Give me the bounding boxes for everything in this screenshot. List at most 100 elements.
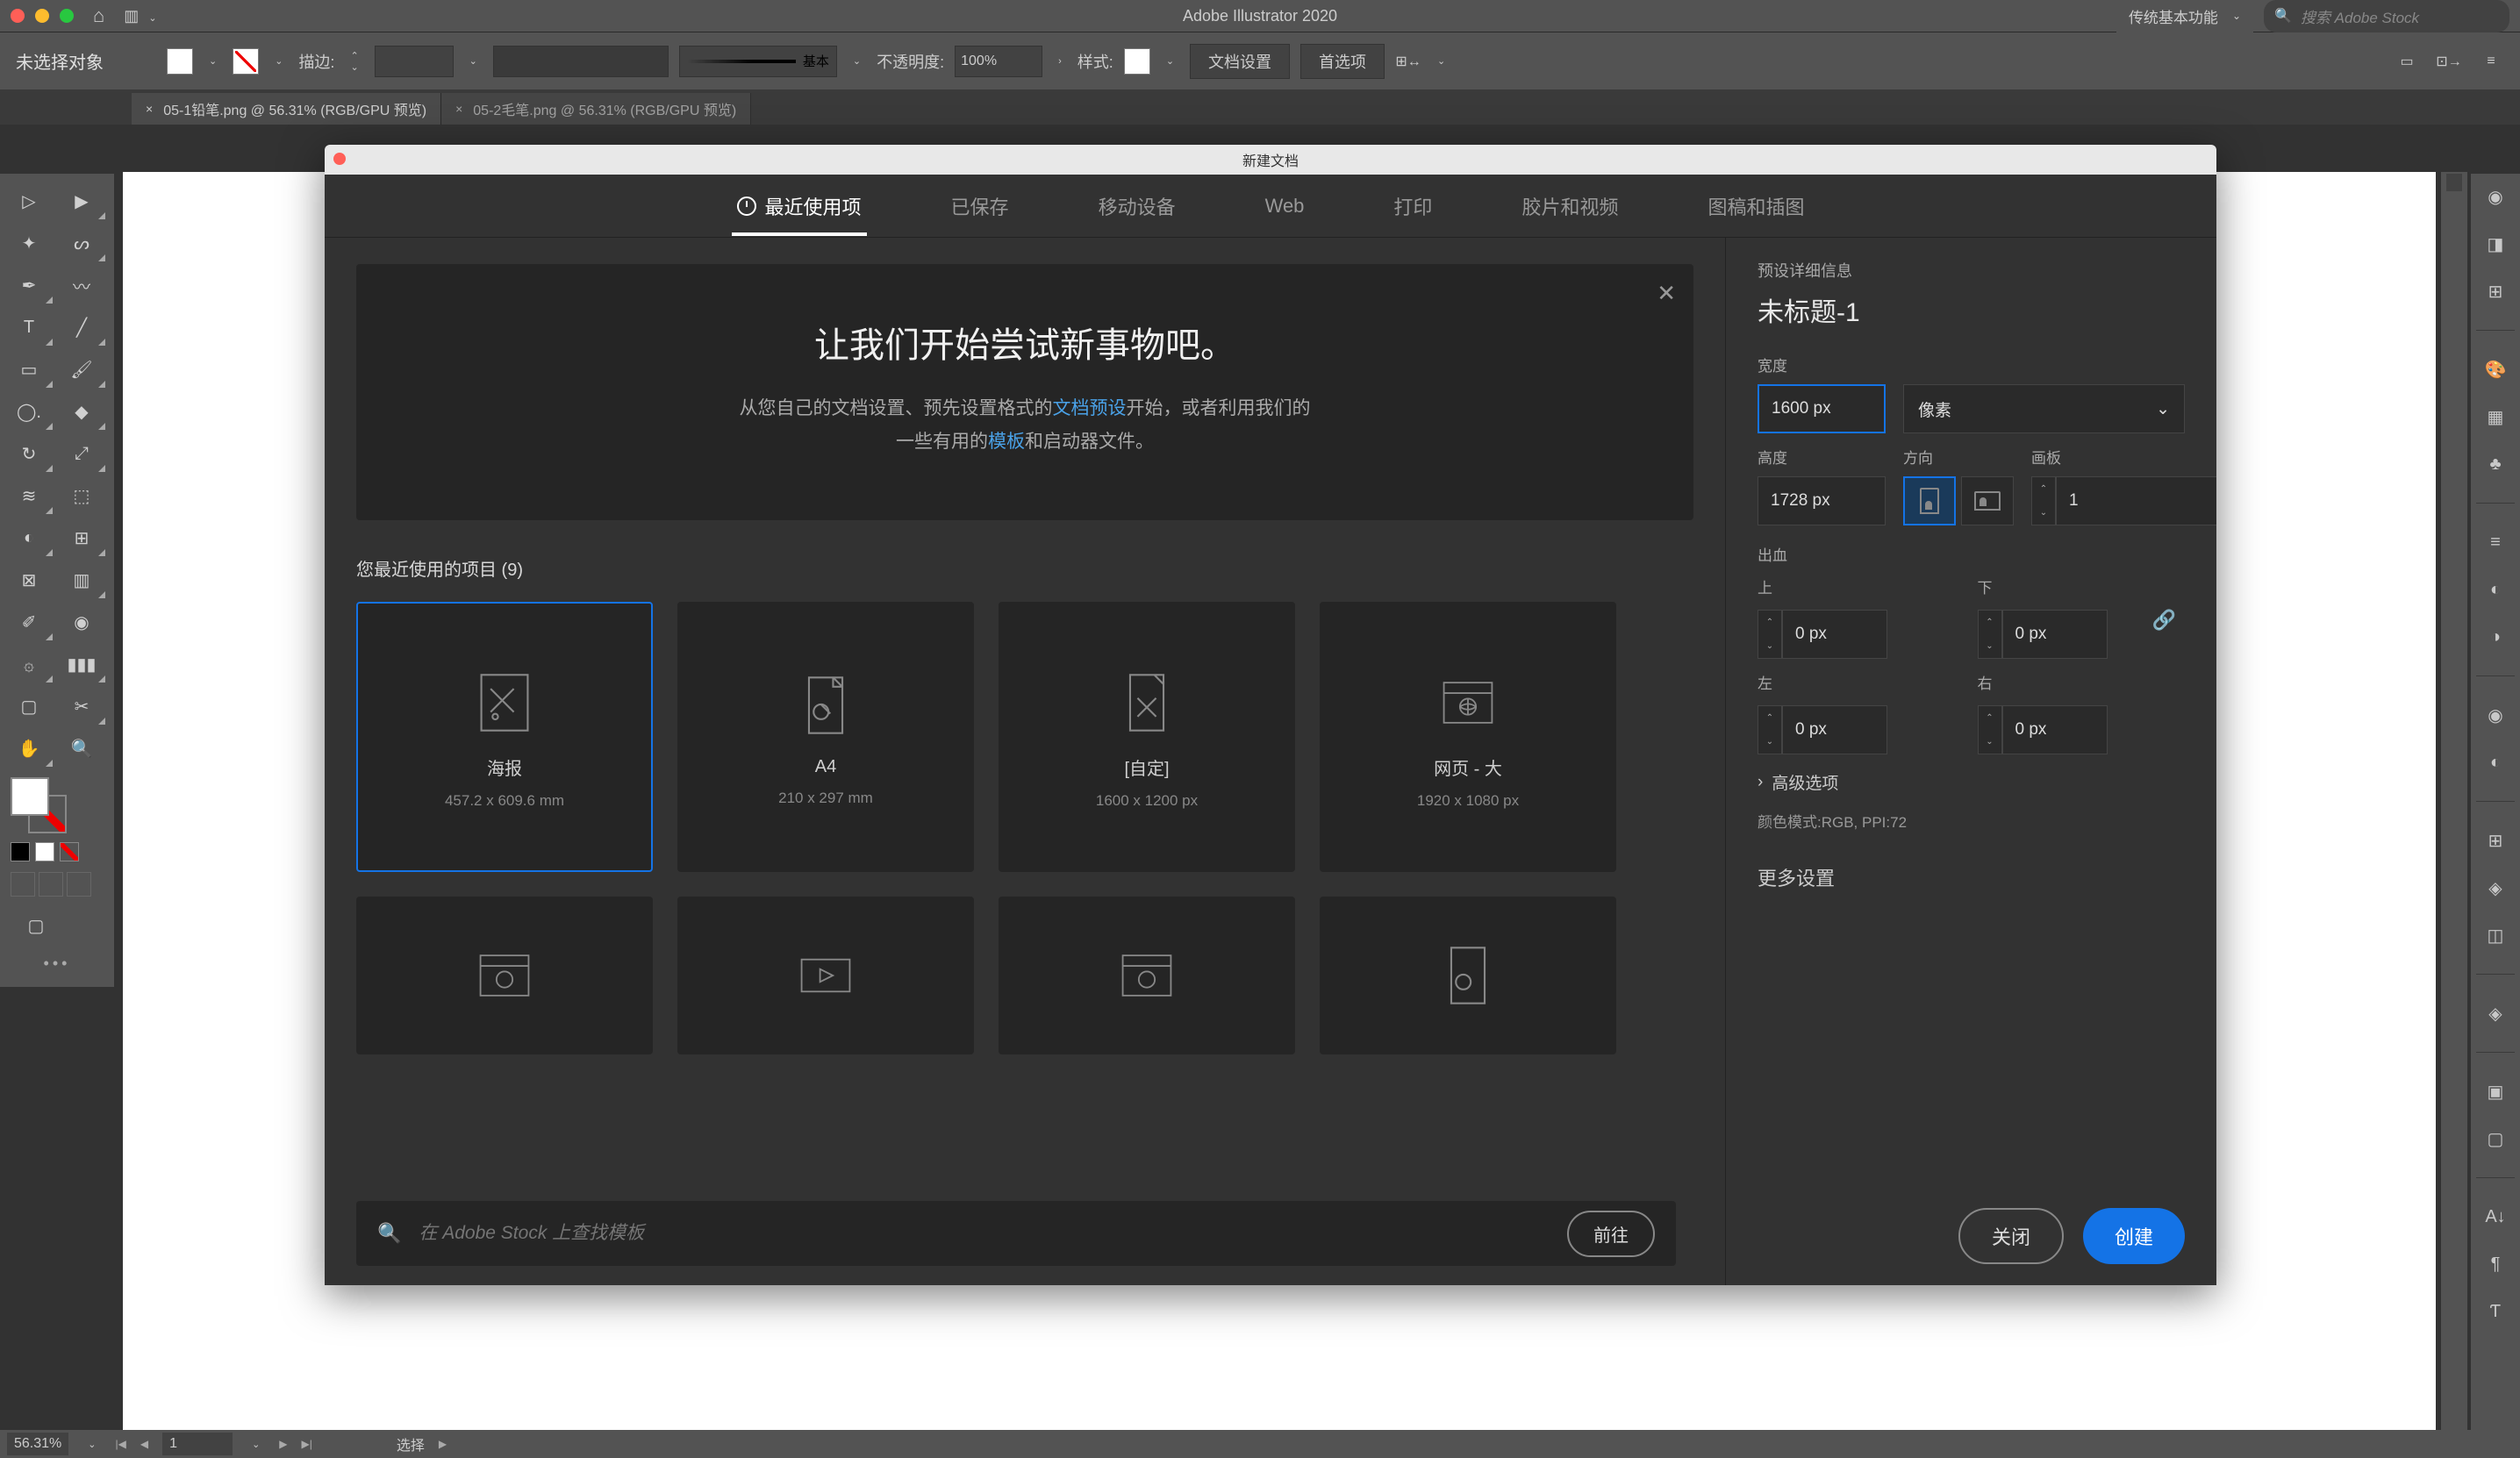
preset-card[interactable]: A4 210 x 297 mm <box>677 602 974 872</box>
fill-color[interactable] <box>11 777 49 816</box>
color-swatch[interactable] <box>35 842 54 861</box>
height-input[interactable] <box>1758 476 1886 525</box>
character-panel-icon[interactable]: A↓ <box>2481 1203 2509 1231</box>
document-tab[interactable]: × 05-1铅笔.png @ 56.31% (RGB/GPU 预览) <box>132 93 441 125</box>
more-settings-link[interactable]: 更多设置 <box>1758 863 2185 891</box>
status-menu-icon[interactable]: ▶ <box>439 1438 447 1450</box>
preset-card[interactable] <box>999 897 1295 1054</box>
prev-artboard-icon[interactable]: ◀ <box>140 1438 148 1450</box>
eyedropper-tool[interactable]: ✐ <box>4 602 54 642</box>
direct-selection-tool[interactable]: ▶ <box>56 181 107 221</box>
chevron-down-icon[interactable]: ⌄ <box>1161 55 1179 67</box>
gradient-tool[interactable]: ▥ <box>56 560 107 600</box>
color-swatch[interactable] <box>11 842 30 861</box>
scale-tool[interactable]: ⤢ <box>56 433 107 474</box>
stepper-icon[interactable]: ⌃⌄ <box>345 50 363 73</box>
preferences-button[interactable]: 首选项 <box>1300 44 1385 79</box>
create-button[interactable]: 创建 <box>2083 1208 2185 1264</box>
opacity-input[interactable] <box>955 46 1042 77</box>
last-artboard-icon[interactable]: ▶| <box>302 1438 312 1450</box>
close-hero-icon[interactable]: ✕ <box>1657 280 1676 307</box>
swatches-panel-icon[interactable]: ▦ <box>2481 403 2509 431</box>
type-tool[interactable]: T <box>4 307 54 347</box>
width-input[interactable] <box>1758 384 1886 433</box>
preset-card[interactable]: 海报 457.2 x 609.6 mm <box>356 602 653 872</box>
preset-card[interactable] <box>1320 897 1616 1054</box>
bleed-right-input[interactable] <box>2002 705 2108 754</box>
landscape-button[interactable] <box>1961 476 2014 525</box>
chevron-down-icon[interactable]: ⌄ <box>464 55 483 67</box>
tab-mobile[interactable]: 移动设备 <box>1093 176 1181 236</box>
eraser-tool[interactable]: ◆ <box>56 391 107 432</box>
align-icon[interactable]: ⊞↔ <box>1395 48 1421 75</box>
variable-width-profile[interactable] <box>493 46 669 77</box>
properties-panel-icon[interactable]: ◉ <box>2481 182 2509 211</box>
blend-tool[interactable]: ◉ <box>56 602 107 642</box>
close-window-icon[interactable] <box>11 9 25 23</box>
artboard-tool[interactable]: ▢ <box>4 686 54 726</box>
artboards-panel-icon[interactable]: ▢ <box>2481 1125 2509 1153</box>
stepper-icon[interactable]: ⌃⌄ <box>1978 705 2002 754</box>
draw-normal-icon[interactable] <box>11 872 35 897</box>
unit-select[interactable]: 像素 ⌄ <box>1903 384 2185 433</box>
lasso-tool[interactable]: ᔕ <box>56 223 107 263</box>
stepper-icon[interactable]: ⌃⌄ <box>1758 705 1782 754</box>
tab-print[interactable]: 打印 <box>1388 176 1437 236</box>
zoom-level[interactable]: 56.31% <box>7 1433 68 1455</box>
preset-card[interactable]: 网页 - 大 1920 x 1080 px <box>1320 602 1616 872</box>
isolate-icon[interactable]: ▭ <box>2394 48 2420 75</box>
document-tab[interactable]: × 05-2毛笔.png @ 56.31% (RGB/GPU 预览) <box>441 93 751 125</box>
pen-tool[interactable]: ✒ <box>4 265 54 305</box>
chevron-down-icon[interactable]: ⌄ <box>269 55 288 67</box>
fill-stroke-swatches[interactable] <box>11 777 67 833</box>
symbol-sprayer-tool[interactable]: ۞ <box>4 644 54 684</box>
doc-presets-link[interactable]: 文档预设 <box>1053 398 1127 418</box>
go-button[interactable]: 前往 <box>1567 1211 1655 1257</box>
transform-panel-icon[interactable]: ◈ <box>2481 874 2509 902</box>
next-artboard-icon[interactable]: ▶ <box>279 1438 287 1450</box>
color-panel-icon[interactable]: 🎨 <box>2481 355 2509 383</box>
fill-swatch[interactable] <box>167 48 193 75</box>
first-artboard-icon[interactable]: |◀ <box>115 1438 125 1450</box>
asset-export-panel-icon[interactable]: ▣ <box>2481 1077 2509 1105</box>
arrange-documents-icon[interactable]: ▥ ⌄ <box>124 7 161 25</box>
libraries-panel-icon[interactable]: ⊞ <box>2481 277 2509 305</box>
templates-link[interactable]: 模板 <box>988 432 1025 452</box>
maximize-window-icon[interactable] <box>60 9 74 23</box>
shaper-tool[interactable]: ◯. <box>4 391 54 432</box>
screen-mode-icon[interactable]: ▢ <box>11 905 61 946</box>
document-setup-button[interactable]: 文档设置 <box>1190 44 1290 79</box>
artboards-input[interactable] <box>2056 476 2216 525</box>
slice-tool[interactable]: ✂ <box>56 686 107 726</box>
bleed-bottom-input[interactable] <box>2002 610 2108 659</box>
opentype-panel-icon[interactable]: Ƭ <box>2481 1297 2509 1326</box>
zoom-tool[interactable]: 🔍 <box>56 728 107 768</box>
preset-card[interactable] <box>356 897 653 1054</box>
close-tab-icon[interactable]: × <box>455 102 462 116</box>
free-transform-tool[interactable]: ⬚ <box>56 475 107 516</box>
chevron-down-icon[interactable]: ⌄ <box>848 55 866 67</box>
shape-builder-tool[interactable]: ◐ <box>4 518 54 558</box>
tab-art[interactable]: 图稿和插图 <box>1702 176 1809 236</box>
stroke-swatch[interactable] <box>233 48 259 75</box>
portrait-button[interactable] <box>1903 476 1956 525</box>
stepper-icon[interactable]: ⌃⌄ <box>1758 610 1782 659</box>
width-tool[interactable]: ≋ <box>4 475 54 516</box>
chevron-down-icon[interactable]: ⌄ <box>204 55 222 67</box>
graphic-style-swatch[interactable] <box>1124 48 1150 75</box>
edit-toolbar-icon[interactable]: ••• <box>11 954 104 973</box>
close-dialog-icon[interactable] <box>333 153 346 165</box>
chevron-right-icon[interactable]: › <box>1053 56 1067 67</box>
artboard-stepper[interactable]: ⌃⌄ <box>2031 476 2056 525</box>
perspective-grid-tool[interactable]: ⊞ <box>56 518 107 558</box>
symbols-panel-icon[interactable]: ◈ <box>2481 999 2509 1027</box>
advanced-options-toggle[interactable]: › 高级选项 <box>1758 770 2185 794</box>
pathfinder-panel-icon[interactable]: ◫ <box>2481 921 2509 949</box>
stepper-icon[interactable]: ⌃⌄ <box>1978 610 2002 659</box>
graphic-styles-panel-icon[interactable]: ◐ <box>2481 748 2509 776</box>
minimize-window-icon[interactable] <box>35 9 49 23</box>
rectangle-tool[interactable]: ▭ <box>4 349 54 390</box>
chevron-down-icon[interactable]: ⌄ <box>1432 55 1450 67</box>
magic-wand-tool[interactable]: ✦ <box>4 223 54 263</box>
close-button[interactable]: 关闭 <box>1958 1208 2064 1264</box>
